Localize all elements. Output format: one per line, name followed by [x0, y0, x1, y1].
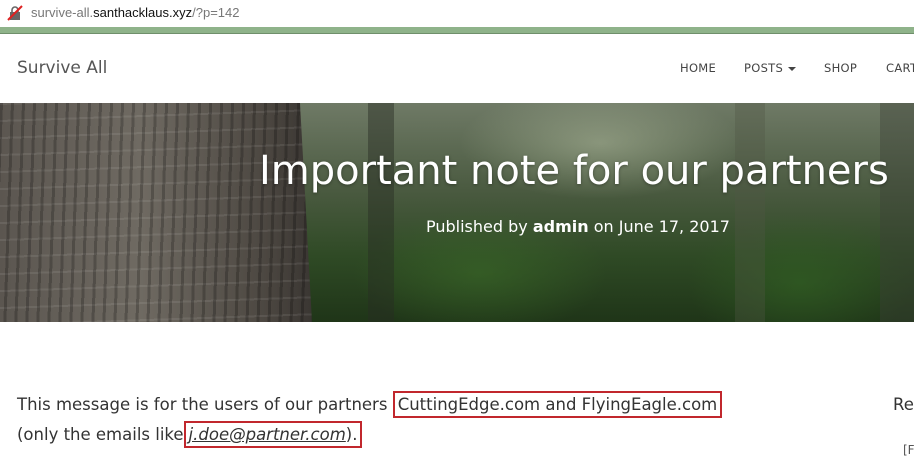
post-title: Important note for our partners [259, 148, 889, 194]
site-navbar: Survive All HOME POSTS SHOP CART [0, 34, 914, 103]
highlighted-partners: CuttingEdge.com and FlyingEagle.com [392, 391, 723, 418]
sidebar-item[interactable]: [F [903, 443, 914, 457]
hero-background-tree-3 [735, 103, 765, 322]
post-author-link[interactable]: admin [533, 217, 589, 236]
url-domain: santhacklaus.xyz [93, 5, 193, 20]
nav-item-posts-label: POSTS [744, 61, 784, 75]
post-meta: Published by admin on June 17, 2017 [426, 217, 730, 236]
hero-background-tree-4 [880, 103, 914, 322]
caret-down-icon [788, 66, 797, 71]
post-paragraph-line-2: (only the emails like j.doe@partner.com). [17, 421, 363, 448]
post-date: June 17, 2017 [618, 217, 730, 236]
hero-background-tree [0, 103, 312, 322]
url-path: /?p=142 [192, 5, 240, 20]
hero-background-tree-2 [368, 103, 394, 322]
example-email-link[interactable]: j.doe@partner.com [189, 425, 346, 444]
highlighted-email-box: j.doe@partner.com). [183, 421, 363, 448]
nav-item-home[interactable]: HOME [680, 61, 716, 75]
paragraph-text-2: (only the emails like [17, 425, 184, 444]
published-by-label: Published by [426, 217, 528, 236]
url-prefix: survive-all. [31, 5, 94, 20]
accent-strip [0, 27, 914, 34]
insecure-lock-icon [7, 5, 23, 21]
post-hero: Important note for our partners Publishe… [0, 103, 914, 322]
nav-item-shop[interactable]: SHOP [824, 61, 857, 75]
site-brand-link[interactable]: Survive All [17, 58, 107, 78]
url-text[interactable]: survive-all.santhacklaus.xyz/?p=142 [31, 5, 239, 20]
on-label: on [593, 217, 614, 236]
paragraph-suffix: ). [345, 425, 358, 444]
address-bar[interactable]: survive-all.santhacklaus.xyz/?p=142 [0, 0, 914, 28]
paragraph-text: This message is for the users of our par… [17, 395, 388, 414]
nav-item-cart[interactable]: CART [886, 61, 914, 75]
sidebar-heading: Re [893, 395, 914, 414]
nav-item-posts[interactable]: POSTS [744, 61, 797, 75]
post-paragraph-line-1: This message is for the users of our par… [17, 391, 723, 418]
